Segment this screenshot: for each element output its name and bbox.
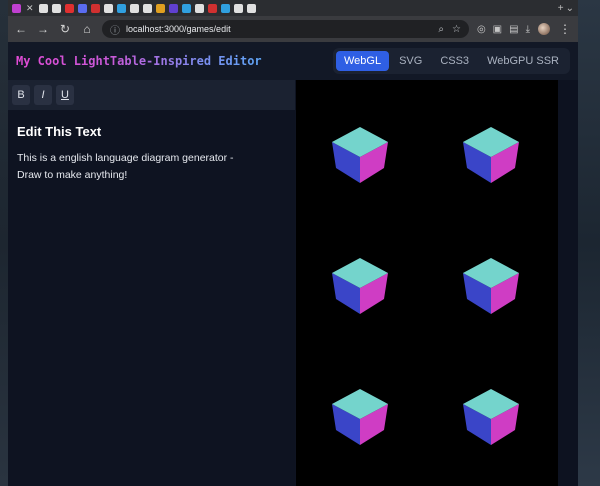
desktop-background-right	[578, 0, 600, 486]
tab-favicon-icon[interactable]	[233, 3, 243, 13]
cube-1	[332, 127, 388, 183]
bookmark-star-icon[interactable]: ☆	[452, 24, 461, 35]
tab-favicon-icon[interactable]	[155, 3, 165, 13]
address-bar[interactable]: ⓘ localhost:3000/games/edit ⌕ ☆	[102, 20, 469, 38]
tab-favicon-icon[interactable]	[246, 3, 256, 13]
app-header: My Cool LightTable-Inspired Editor WebGL…	[8, 42, 578, 80]
forward-arrow-icon[interactable]: →	[36, 22, 50, 36]
tab-favicon-icon[interactable]	[12, 3, 21, 13]
bold-button[interactable]: B	[12, 85, 30, 105]
browser-toolbar: ← → ↻ ⌂ ⓘ localhost:3000/games/edit ⌕ ☆ …	[8, 16, 578, 42]
document-body[interactable]: This is a english language diagram gener…	[17, 150, 247, 184]
app-root: My Cool LightTable-Inspired Editor WebGL…	[8, 42, 578, 486]
tab-search-icon[interactable]: ⌄	[566, 3, 574, 14]
tab-favicon-icon[interactable]	[207, 3, 217, 13]
tab-webgpu-ssr[interactable]: WebGPU SSR	[479, 51, 567, 71]
site-info-icon[interactable]: ⓘ	[110, 22, 120, 37]
tab-favicon-icon[interactable]	[181, 3, 191, 13]
tab-favicon-icon[interactable]	[129, 3, 139, 13]
tab-css3[interactable]: CSS3	[432, 51, 477, 71]
browser-window: ✕ + ⌄ ← → ↻ ⌂ ⓘ localhost:3000/games/edi…	[8, 0, 578, 486]
cube-3	[332, 258, 388, 314]
tab-favicon-icon[interactable]	[168, 3, 178, 13]
cube-6	[463, 389, 519, 445]
profile-avatar[interactable]	[538, 23, 550, 35]
browser-tab-strip: ✕ + ⌄	[8, 0, 578, 16]
menu-kebab-icon[interactable]: ⋮	[558, 22, 572, 36]
new-tab-icon[interactable]: +	[558, 3, 564, 14]
tab-favicons	[38, 3, 256, 13]
underline-button[interactable]: U	[56, 85, 74, 105]
tab-favicon-icon[interactable]	[38, 3, 48, 13]
download-icon[interactable]: ⤓	[526, 24, 530, 35]
cube-4	[463, 258, 519, 314]
back-arrow-icon[interactable]: ←	[14, 22, 28, 36]
tab-webgl[interactable]: WebGL	[335, 51, 390, 71]
tab-favicon-icon[interactable]	[220, 3, 230, 13]
extension-icon[interactable]: ◎	[477, 24, 486, 35]
text-editor-pane[interactable]: B I U Edit This Text This is a english l…	[8, 80, 295, 486]
tab-favicon-icon[interactable]	[64, 3, 74, 13]
extensions-puzzle-icon[interactable]: ▣	[493, 24, 502, 35]
format-toolbar: B I U	[8, 80, 295, 110]
tab-favicon-icon[interactable]	[51, 3, 61, 13]
cube-scene	[332, 127, 519, 445]
tab-favicon-icon[interactable]	[142, 3, 152, 13]
cube-2	[463, 127, 519, 183]
url-text[interactable]: localhost:3000/games/edit	[126, 24, 231, 34]
renderer-tabs: WebGL SVG CSS3 WebGPU SSR	[332, 48, 570, 74]
tab-favicon-icon[interactable]	[194, 3, 204, 13]
home-icon[interactable]: ⌂	[80, 22, 94, 36]
reading-list-icon[interactable]: ▤	[509, 24, 518, 35]
close-tab-icon[interactable]: ✕	[26, 3, 34, 14]
tab-favicon-icon[interactable]	[77, 3, 87, 13]
tab-favicon-icon[interactable]	[103, 3, 113, 13]
italic-button[interactable]: I	[34, 85, 52, 105]
document-heading[interactable]: Edit This Text	[17, 124, 295, 139]
tab-favicon-icon[interactable]	[116, 3, 126, 13]
reload-icon[interactable]: ↻	[58, 22, 72, 36]
desktop-background-left	[0, 0, 8, 486]
right-gutter	[558, 80, 578, 486]
tab-favicon-icon[interactable]	[90, 3, 100, 13]
render-canvas[interactable]	[296, 80, 558, 486]
app-title: My Cool LightTable-Inspired Editor	[16, 54, 262, 68]
zoom-icon[interactable]: ⌕	[438, 24, 444, 35]
cube-5	[332, 389, 388, 445]
tab-svg[interactable]: SVG	[391, 51, 430, 71]
